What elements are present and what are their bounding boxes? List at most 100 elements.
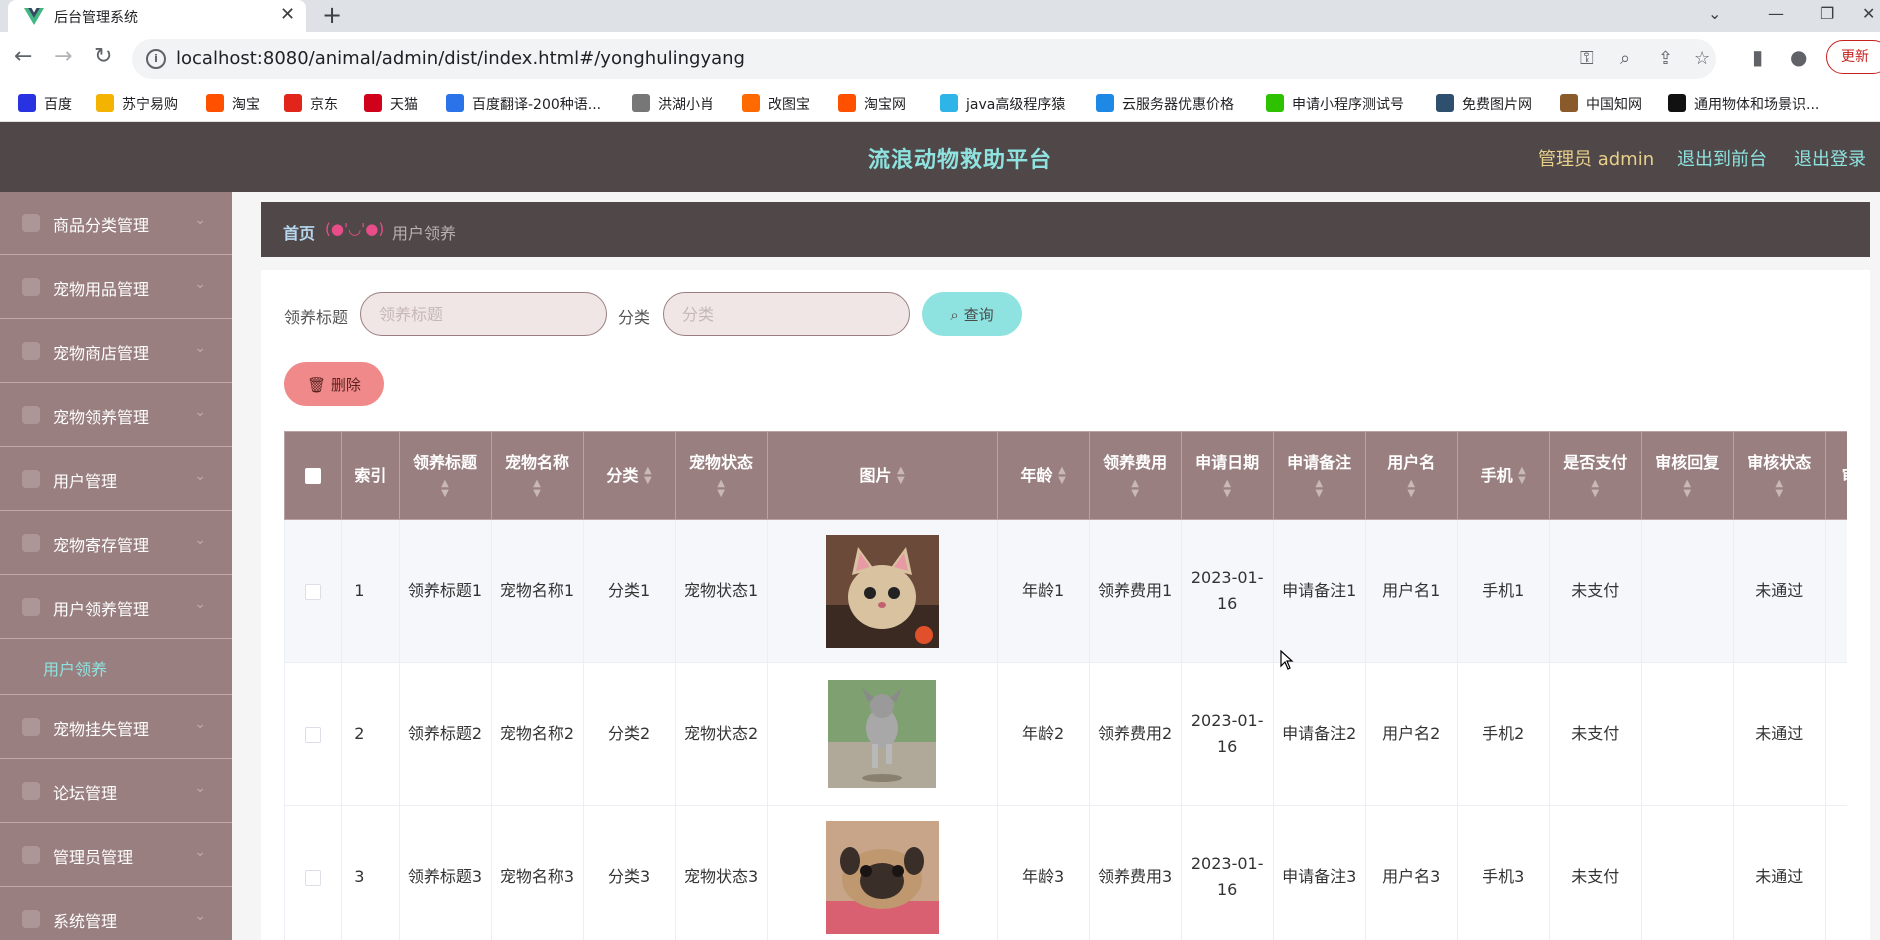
sort-icon[interactable]: ▲ ▼ — [533, 479, 541, 499]
bookmark-2[interactable]: 淘宝 — [206, 94, 260, 114]
sidebar-subitem-active[interactable]: 用户领养 — [0, 640, 232, 695]
cell-review-status: 未通过 — [1732, 662, 1826, 806]
cell-fee: 领养费用2 — [1088, 662, 1182, 806]
row-checkbox[interactable] — [305, 726, 322, 743]
header-category[interactable]: 分类 ▲ ▼ — [582, 431, 676, 520]
sort-icon[interactable]: ▲ ▼ — [1223, 479, 1231, 499]
review-edit-link[interactable]: ✎ 审 — [1846, 727, 1847, 743]
bookmark-1[interactable]: 苏宁易购 — [96, 94, 178, 114]
back-icon[interactable]: ← — [14, 44, 32, 69]
header-review-status[interactable]: 审核状态 ▲ ▼ — [1732, 431, 1826, 520]
review-edit-link[interactable]: ✎ 审 — [1846, 870, 1847, 886]
sort-icon[interactable]: ▲ ▼ — [1683, 479, 1691, 499]
sidebar-item[interactable]: 用户管理 ⌄ — [0, 448, 232, 511]
header-image[interactable]: 图片 ▲ ▼ — [766, 431, 998, 520]
exit-to-front-link[interactable]: 退出到前台 — [1677, 145, 1767, 171]
share-icon[interactable]: ⇪ — [1658, 48, 1673, 69]
table-row[interactable]: 3 领养标题3 宠物名称3 分类3 宠物状态3 年龄3 领养费用3 2023-01-16 申请备… — [284, 805, 1847, 940]
bookmark-12[interactable]: 免费图片网 — [1436, 94, 1532, 114]
bookmark-5[interactable]: 百度翻译-200种语... — [446, 94, 601, 114]
update-button[interactable]: 更新 — [1826, 40, 1880, 74]
sort-icon[interactable]: ▲ ▼ — [1518, 466, 1526, 486]
browser-tab[interactable]: 后台管理系统 ✕ — [8, 0, 306, 32]
bookmark-4[interactable]: 天猫 — [364, 94, 418, 114]
menu-icon — [22, 470, 40, 488]
sidebar-item[interactable]: 宠物商店管理 ⌄ — [0, 320, 232, 383]
table-row[interactable]: 2 领养标题2 宠物名称2 分类2 宠物状态2 年龄2 领养费用2 2023-01-16 申请备… — [284, 662, 1847, 806]
category-filter-input[interactable] — [663, 292, 910, 336]
sidebar-item[interactable]: 论坛管理 ⌄ — [0, 760, 232, 823]
logout-link[interactable]: 退出登录 — [1794, 145, 1866, 171]
reload-icon[interactable]: ↻ — [94, 44, 112, 69]
sidebar-item[interactable]: 商品分类管理 ⌄ — [0, 192, 232, 255]
bookmark-11[interactable]: 申请小程序测试号 — [1266, 94, 1404, 114]
bookmark-13[interactable]: 中国知网 — [1560, 94, 1642, 114]
pet-image-pug — [825, 820, 939, 934]
search-button[interactable]: ⌕ 查询 — [922, 292, 1022, 336]
header-apply-date[interactable]: 申请日期 ▲ ▼ — [1180, 431, 1274, 520]
zoom-icon[interactable]: ⌕ — [1620, 48, 1630, 69]
tab-search-icon[interactable]: ⌄ — [1708, 4, 1721, 23]
bookmark-9[interactable]: java高级程序猿 — [940, 94, 1065, 114]
delete-button[interactable]: 🗑 删除 — [284, 362, 384, 406]
bookmark-14[interactable]: 通用物体和场景识... — [1668, 94, 1819, 114]
sidebar-item[interactable]: 宠物用品管理 ⌄ — [0, 256, 232, 319]
breadcrumb-home[interactable]: 首页 — [283, 220, 315, 244]
header-remark[interactable]: 申请备注 ▲ ▼ — [1272, 431, 1366, 520]
sort-icon[interactable]: ▲ ▼ — [1407, 479, 1415, 499]
sort-icon[interactable]: ▲ ▼ — [1315, 479, 1323, 499]
review-edit-link[interactable]: ✎ 审 — [1846, 584, 1847, 600]
header-title[interactable]: 领养标题 ▲ ▼ — [398, 431, 492, 520]
header-fee[interactable]: 领养费用 ▲ ▼ — [1088, 431, 1182, 520]
sort-icon[interactable]: ▲ ▼ — [1775, 479, 1783, 499]
bookmark-6[interactable]: 洪湖小肖 — [632, 94, 714, 114]
sidebar-item[interactable]: 宠物挂失管理 ⌄ — [0, 696, 232, 759]
select-all-checkbox[interactable] — [305, 468, 322, 484]
new-tab-icon[interactable]: + — [322, 1, 342, 29]
row-checkbox[interactable] — [305, 583, 322, 600]
table-row[interactable]: 1 领养标题1 宠物名称1 分类1 宠物状态1 年龄1 领养费用1 2023-01-16 申请备… — [284, 519, 1847, 663]
bookmark-star-icon[interactable]: ☆ — [1694, 48, 1710, 69]
bookmark-3[interactable]: 京东 — [284, 94, 338, 114]
cell-phone: 手机3 — [1456, 805, 1550, 940]
title-filter-input[interactable] — [360, 292, 607, 336]
forward-icon[interactable]: → — [54, 44, 72, 69]
sort-icon[interactable]: ▲ ▼ — [1131, 479, 1139, 499]
site-info-icon[interactable]: i — [146, 49, 166, 69]
close-window-icon[interactable]: ✕ — [1862, 4, 1875, 23]
row-checkbox[interactable] — [305, 869, 322, 886]
header-review-reply[interactable]: 审核回复 ▲ ▼ — [1640, 431, 1734, 520]
header-phone[interactable]: 手机 ▲ ▼ — [1456, 431, 1550, 520]
header-username[interactable]: 用户名 ▲ ▼ — [1364, 431, 1458, 520]
sort-icon[interactable]: ▲ ▼ — [717, 479, 725, 499]
sidebar-item[interactable]: 系统管理 ⌄ — [0, 888, 232, 940]
bookmark-8[interactable]: 淘宝网 — [838, 94, 906, 114]
bookmark-7[interactable]: 改图宝 — [742, 94, 810, 114]
bookmark-0[interactable]: 百度 — [18, 94, 72, 114]
header-pet-status[interactable]: 宠物状态 ▲ ▼ — [674, 431, 768, 520]
sort-icon[interactable]: ▲ ▼ — [897, 466, 905, 486]
close-tab-icon[interactable]: ✕ — [280, 4, 295, 25]
side-panel-icon[interactable]: ▮ — [1752, 45, 1763, 69]
header-paid[interactable]: 是否支付 ▲ ▼ — [1548, 431, 1642, 520]
sort-icon[interactable]: ▲ ▼ — [441, 479, 449, 499]
header-category-label: 分类 — [606, 465, 639, 485]
bookmark-favicon-icon — [284, 94, 302, 112]
bookmark-10[interactable]: 云服务器优惠价格 — [1096, 94, 1234, 114]
sort-icon[interactable]: ▲ ▼ — [1058, 466, 1066, 486]
header-pet-name[interactable]: 宠物名称 ▲ ▼ — [490, 431, 584, 520]
sidebar-item[interactable]: 宠物领养管理 ⌄ — [0, 384, 232, 447]
minimize-icon[interactable]: — — [1768, 4, 1784, 23]
sidebar-item[interactable]: 用户领养管理 ⌄ — [0, 576, 232, 639]
bookmark-label: 申请小程序测试号 — [1292, 97, 1404, 113]
omnibox[interactable]: i localhost:8080/animal/admin/dist/index… — [132, 39, 1716, 79]
sort-icon[interactable]: ▲ ▼ — [644, 466, 652, 486]
maximize-icon[interactable]: ❐ — [1820, 4, 1834, 23]
url-text[interactable]: localhost:8080/animal/admin/dist/index.h… — [176, 48, 745, 69]
header-age[interactable]: 年龄 ▲ ▼ — [996, 431, 1090, 520]
sort-icon[interactable]: ▲ ▼ — [1591, 479, 1599, 499]
sidebar-item[interactable]: 管理员管理 ⌄ — [0, 824, 232, 887]
profile-icon[interactable]: ● — [1790, 45, 1807, 69]
key-icon[interactable]: ⚿ — [1580, 48, 1594, 69]
sidebar-item[interactable]: 宠物寄存管理 ⌄ — [0, 512, 232, 575]
